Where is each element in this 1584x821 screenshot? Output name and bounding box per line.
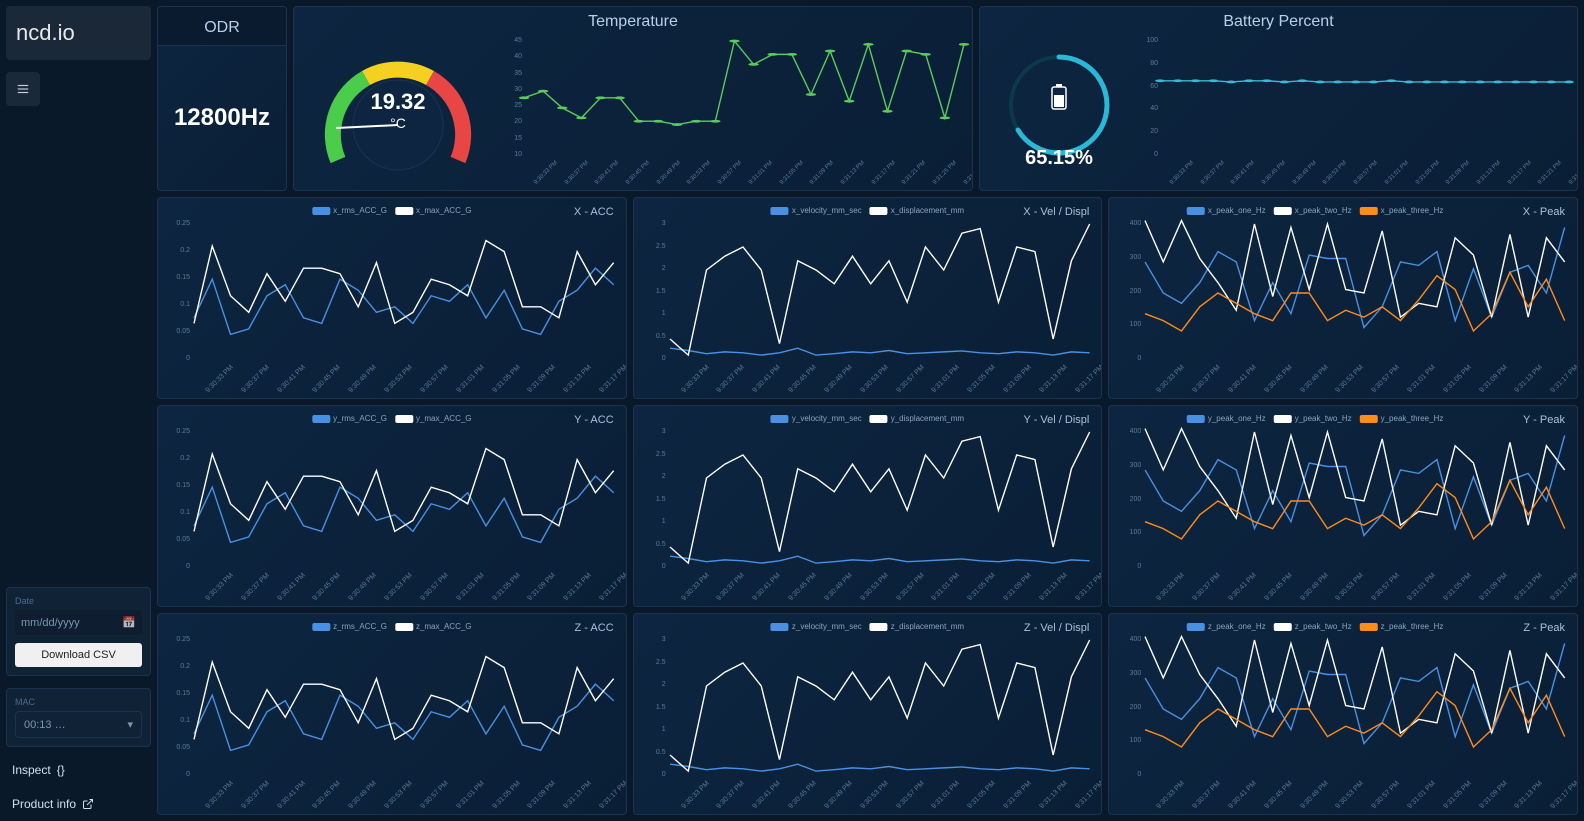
x-axis: 9:30:33 PM9:30:37 PM9:30:41 PM9:30:45 PM… [194, 364, 614, 390]
chart-title: Z - ACC [575, 622, 614, 634]
hamburger-icon [16, 82, 30, 96]
external-link-icon [82, 798, 94, 810]
y-axis: 100806040200 [1138, 37, 1158, 158]
date-widget: Date mm/dd/yyyy 📅 Download CSV [6, 587, 151, 676]
main-content: ODR 12800Hz Temperature [157, 6, 1578, 815]
date-label: Date [15, 596, 142, 606]
y-axis: 0.250.20.150.10.050 [166, 428, 190, 570]
chart-title: Z - Vel / Displ [1024, 622, 1089, 634]
odr-value: 12800Hz [158, 46, 286, 190]
brand-logo: ncd.io [6, 6, 151, 60]
y-axis: 4003002001000 [1117, 220, 1141, 362]
chart-legend: y_peak_one_Hzy_peak_two_Hzy_peak_three_H… [1187, 414, 1443, 423]
odr-panel: ODR 12800Hz [157, 6, 287, 191]
mac-select[interactable]: 00:13 … ▾ [15, 711, 142, 738]
x-axis: 9:30:33 PM9:30:37 PM9:30:41 PM9:30:45 PM… [670, 780, 1090, 806]
chart-panel: X - Peak x_peak_one_Hzx_peak_two_Hzx_pea… [1108, 197, 1578, 399]
inspect-button[interactable]: Inspect {} [6, 759, 151, 781]
x-axis: 9:30:33 PM9:30:37 PM9:30:41 PM9:30:45 PM… [194, 572, 614, 598]
x-axis: 9:30:33 PM9:30:37 PM9:30:41 PM9:30:45 PM… [670, 364, 1090, 390]
x-axis: 9:30:33 PM9:30:37 PM9:30:41 PM9:30:45 PM… [1145, 572, 1565, 598]
chart-title: Z - Peak [1523, 622, 1565, 634]
menu-toggle-button[interactable] [6, 72, 40, 106]
temperature-gauge-value: 19.32 [370, 89, 425, 115]
inspect-label: Inspect [12, 763, 51, 777]
y-axis: 4003002001000 [1117, 428, 1141, 570]
braces-icon: {} [57, 763, 65, 777]
chevron-down-icon: ▾ [127, 718, 133, 731]
sidebar: ncd.io Date mm/dd/yyyy 📅 Download CSV MA… [6, 6, 151, 815]
x-axis: 9:30:33 PM9:30:37 PM9:30:41 PM9:30:45 PM… [1145, 364, 1565, 390]
chart-legend: z_rms_ACC_Gz_max_ACC_G [312, 622, 471, 631]
temperature-title: Temperature [294, 7, 972, 33]
product-info-link[interactable]: Product info [6, 793, 151, 815]
chart-panel: Y - ACC y_rms_ACC_Gy_max_ACC_G 0.250.20.… [157, 405, 627, 607]
mac-widget: MAC 00:13 … ▾ [6, 688, 151, 747]
x-axis: 9:30:33 PM9:30:37 PM9:30:41 PM9:30:45 PM… [524, 160, 964, 182]
mac-select-value: 00:13 … [24, 719, 66, 731]
temperature-gauge-unit: °C [370, 115, 425, 131]
y-axis: 32.521.510.50 [642, 636, 666, 778]
chart-legend: y_rms_ACC_Gy_max_ACC_G [312, 414, 471, 423]
date-input[interactable]: mm/dd/yyyy 📅 [15, 610, 142, 635]
chart-panel: Y - Vel / Displ y_velocity_mm_secy_displ… [633, 405, 1103, 607]
chart-legend: x_rms_ACC_Gx_max_ACC_G [312, 206, 471, 215]
chart-title: X - ACC [574, 206, 614, 218]
chart-panel: X - Vel / Displ x_velocity_mm_secx_displ… [633, 197, 1103, 399]
temperature-mini-chart: 4540353025201510 9:30:33 PM9:30:37 PM9:3… [498, 37, 968, 182]
date-placeholder: mm/dd/yyyy [21, 617, 80, 629]
y-axis: 32.521.510.50 [642, 428, 666, 570]
x-axis: 9:30:33 PM9:30:37 PM9:30:41 PM9:30:45 PM… [194, 780, 614, 806]
chart-legend: x_peak_one_Hzx_peak_two_Hzx_peak_three_H… [1187, 206, 1443, 215]
y-axis: 32.521.510.50 [642, 220, 666, 362]
chart-legend: x_velocity_mm_secx_displacement_mm [771, 206, 964, 215]
calendar-icon: 📅 [122, 616, 136, 629]
x-axis: 9:30:33 PM9:30:37 PM9:30:41 PM9:30:45 PM… [1145, 780, 1565, 806]
x-axis: 9:30:33 PM9:30:37 PM9:30:41 PM9:30:45 PM… [1160, 160, 1569, 182]
y-axis: 0.250.20.150.10.050 [166, 220, 190, 362]
odr-title: ODR [158, 13, 286, 39]
chart-legend: z_velocity_mm_secz_displacement_mm [771, 622, 964, 631]
x-axis: 9:30:33 PM9:30:37 PM9:30:41 PM9:30:45 PM… [670, 572, 1090, 598]
chart-panel: Z - Peak z_peak_one_Hzz_peak_two_Hzz_pea… [1108, 613, 1578, 815]
chart-title: X - Peak [1523, 206, 1565, 218]
chart-panel: X - ACC x_rms_ACC_Gx_max_ACC_G 0.250.20.… [157, 197, 627, 399]
chart-title: Y - Peak [1523, 414, 1565, 426]
chart-panel: Z - ACC z_rms_ACC_Gz_max_ACC_G 0.250.20.… [157, 613, 627, 815]
chart-panel: Z - Vel / Displ z_velocity_mm_secz_displ… [633, 613, 1103, 815]
mac-label: MAC [15, 697, 142, 707]
battery-gauge: 65.15% [984, 37, 1134, 182]
chart-panel: Y - Peak y_peak_one_Hzy_peak_two_Hzy_pea… [1108, 405, 1578, 607]
chart-legend: y_velocity_mm_secy_displacement_mm [771, 414, 964, 423]
chart-legend: z_peak_one_Hzz_peak_two_Hzz_peak_three_H… [1187, 622, 1443, 631]
y-axis: 0.250.20.150.10.050 [166, 636, 190, 778]
chart-title: Y - ACC [574, 414, 614, 426]
battery-title: Battery Percent [980, 7, 1577, 33]
chart-title: Y - Vel / Displ [1024, 414, 1090, 426]
battery-mini-chart: 100806040200 9:30:33 PM9:30:37 PM9:30:41… [1134, 37, 1573, 182]
y-axis: 4003002001000 [1117, 636, 1141, 778]
temperature-gauge: 19.32 °C [298, 37, 498, 182]
download-csv-button[interactable]: Download CSV [15, 643, 142, 667]
product-info-label: Product info [12, 797, 76, 811]
temperature-panel: Temperature 19.32 °C [293, 6, 973, 191]
battery-value: 65.15% [984, 147, 1134, 170]
battery-panel: Battery Percent 65.15% [979, 6, 1578, 191]
chart-title: X - Vel / Displ [1023, 206, 1089, 218]
